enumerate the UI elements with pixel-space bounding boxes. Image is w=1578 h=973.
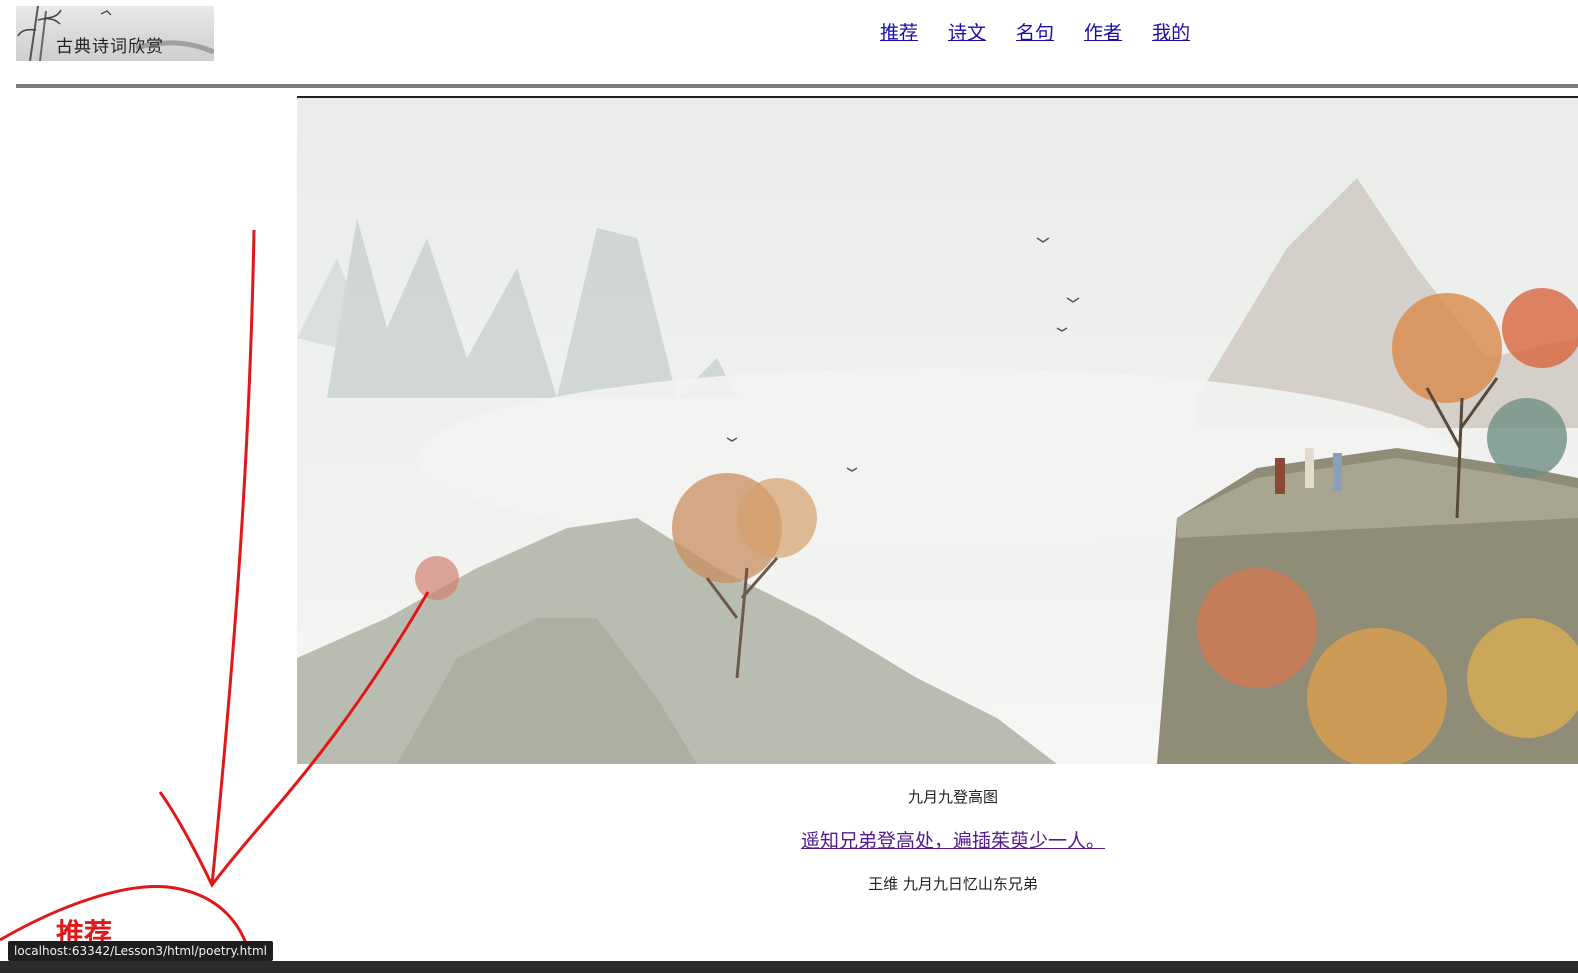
nav-link-quotes[interactable]: 名句: [1016, 18, 1054, 45]
nav-link-authors[interactable]: 作者: [1084, 18, 1122, 45]
status-bar-url: localhost:63342/Lesson3/html/poetry.html: [8, 941, 274, 961]
nav-link-poems[interactable]: 诗文: [948, 18, 986, 45]
nav-link-mine[interactable]: 我的: [1152, 18, 1190, 45]
poem-attribution: 王维 九月九日忆山东兄弟: [868, 875, 1038, 893]
image-caption: 九月九登高图: [907, 788, 998, 806]
hero-painting: [297, 98, 1578, 764]
landscape-painting-image: [297, 98, 1578, 764]
main-nav: 推荐 诗文 名句 作者 我的: [880, 18, 1190, 45]
poem-line-link[interactable]: 遥知兄弟登高处，遍插茱萸少一人。: [297, 826, 1578, 853]
nav-link-recommend[interactable]: 推荐: [880, 18, 918, 45]
logo-text: 古典诗词欣赏: [56, 37, 164, 57]
header-divider: [16, 84, 1578, 88]
site-logo: 古典诗词欣赏: [16, 6, 214, 61]
taskbar-edge: [0, 961, 1578, 973]
